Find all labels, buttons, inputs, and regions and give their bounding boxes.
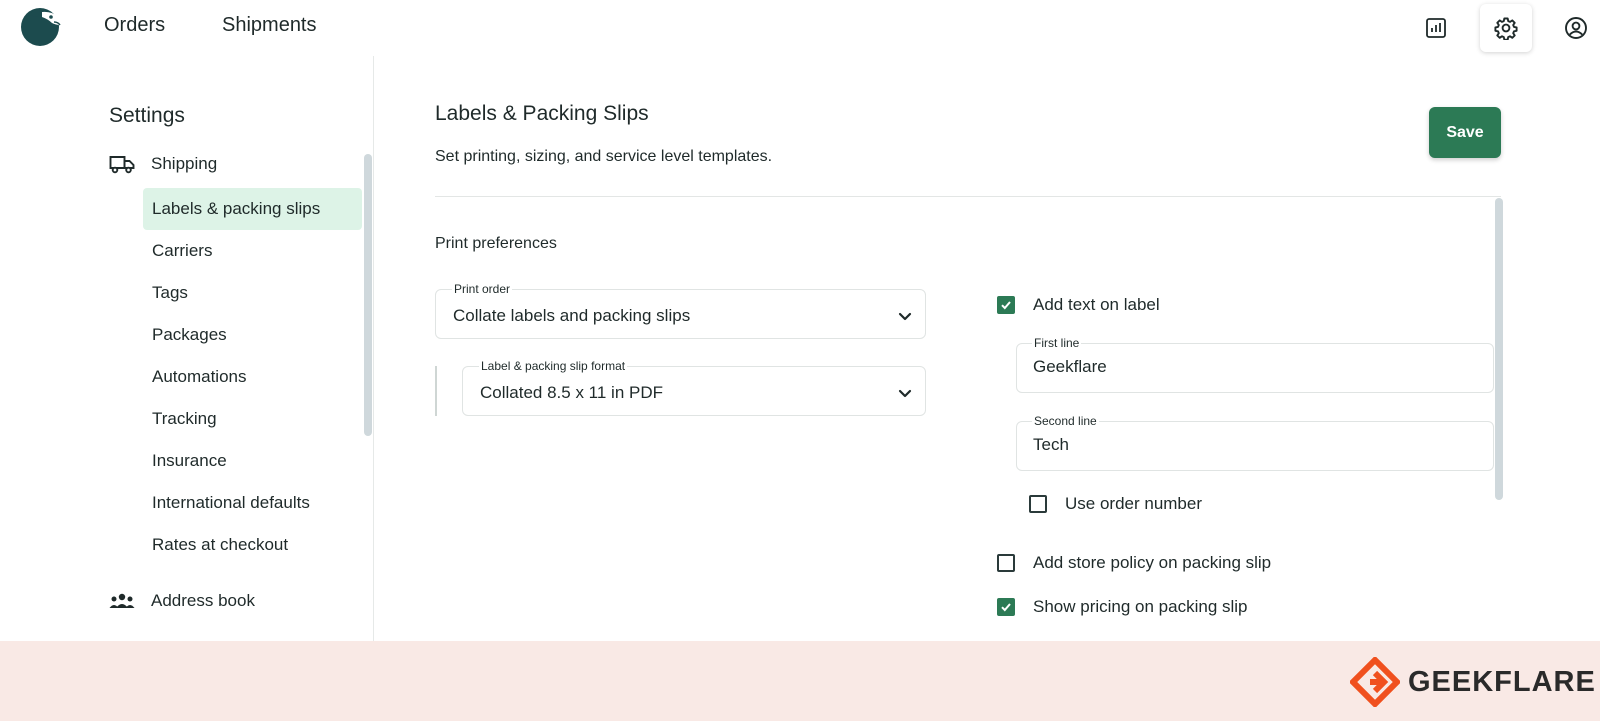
label-format-value: Collated 8.5 x 11 in PDF — [480, 383, 663, 402]
checkbox-label: Show pricing on packing slip — [1033, 597, 1248, 616]
checkbox-checked-icon — [997, 296, 1015, 314]
add-text-on-label-checkbox[interactable]: Add text on label — [997, 295, 1160, 315]
save-button[interactable]: Save — [1429, 107, 1501, 158]
section-title-print-preferences: Print preferences — [435, 235, 557, 252]
chevron-down-icon — [898, 389, 912, 398]
chevron-down-icon — [898, 312, 912, 321]
page-title: Labels & Packing Slips — [435, 102, 649, 125]
sidebar-item-automations[interactable]: Automations — [143, 356, 362, 398]
sidebar-section-label: Address book — [151, 591, 255, 610]
checkbox-label: Add store policy on packing slip — [1033, 553, 1272, 572]
use-order-number-checkbox[interactable]: Use order number — [1029, 494, 1202, 514]
sidebar-item-international-defaults[interactable]: International defaults — [143, 482, 362, 524]
settings-button[interactable] — [1480, 4, 1532, 52]
sidebar-item-tags[interactable]: Tags — [143, 272, 362, 314]
sidebar-scrollbar[interactable] — [364, 154, 372, 436]
top-bar: Orders Shipments — [0, 0, 1600, 56]
second-line-field[interactable]: Second line — [1016, 414, 1494, 471]
main-content: Labels & Packing Slips Set printing, siz… — [375, 56, 1600, 641]
first-line-field[interactable]: First line — [1016, 336, 1494, 393]
add-store-policy-checkbox[interactable]: Add store policy on packing slip — [997, 553, 1271, 573]
checkbox-label: Use order number — [1065, 494, 1203, 513]
sidebar-item-carriers[interactable]: Carriers — [143, 230, 362, 272]
gear-icon — [1494, 17, 1518, 40]
sidebar-section-address-book[interactable]: Address book — [109, 586, 255, 616]
sidebar-item-tracking[interactable]: Tracking — [143, 398, 362, 440]
people-icon — [109, 590, 135, 612]
sidebar-section-shipping[interactable]: Shipping — [109, 149, 217, 179]
checkbox-checked-icon — [997, 598, 1015, 616]
nav-shipments[interactable]: Shipments — [222, 14, 317, 37]
main-scrollbar[interactable] — [1495, 198, 1503, 500]
label-format-label: Label & packing slip format — [479, 359, 628, 373]
footer-banner: GEEKFLARE — [0, 641, 1600, 721]
print-order-value: Collate labels and packing slips — [453, 306, 691, 325]
sidebar-item-rates-at-checkout[interactable]: Rates at checkout — [143, 524, 362, 566]
second-line-label: Second line — [1032, 414, 1099, 428]
sidebar-title: Settings — [109, 104, 185, 127]
settings-sidebar: Settings Shipping Labels & packing slips… — [0, 56, 374, 641]
checkbox-unchecked-icon — [997, 554, 1015, 572]
account-icon — [1565, 17, 1587, 39]
sidebar-item-packages[interactable]: Packages — [143, 314, 362, 356]
page-subtitle: Set printing, sizing, and service level … — [435, 148, 773, 165]
sidebar-item-insurance[interactable]: Insurance — [143, 440, 362, 482]
brand-logo: GEEKFLARE — [1350, 657, 1596, 707]
show-pricing-checkbox[interactable]: Show pricing on packing slip — [997, 597, 1248, 617]
sidebar-item-labels-packing-slips[interactable]: Labels & packing slips — [143, 188, 362, 230]
reports-icon — [1426, 18, 1446, 38]
brand-name: GEEKFLARE — [1408, 665, 1596, 698]
truck-icon — [109, 153, 135, 175]
print-order-select[interactable]: Print order Collate labels and packing s… — [435, 282, 926, 339]
divider — [435, 196, 1501, 197]
first-line-label: First line — [1032, 336, 1082, 350]
checkbox-unchecked-icon — [1029, 495, 1047, 513]
nav-orders[interactable]: Orders — [104, 14, 165, 37]
second-line-input[interactable] — [1033, 435, 1473, 455]
account-button[interactable] — [1550, 4, 1600, 52]
print-order-label: Print order — [452, 282, 513, 296]
first-line-input[interactable] — [1033, 357, 1473, 377]
geekflare-mark-icon — [1350, 657, 1400, 707]
sidebar-section-label: Shipping — [151, 154, 218, 173]
nested-indent-line — [435, 366, 437, 416]
app-logo-icon[interactable] — [18, 3, 64, 49]
label-format-select[interactable]: Label & packing slip format Collated 8.5… — [462, 359, 926, 416]
checkbox-label: Add text on label — [1033, 295, 1160, 314]
reports-button[interactable] — [1410, 4, 1462, 52]
